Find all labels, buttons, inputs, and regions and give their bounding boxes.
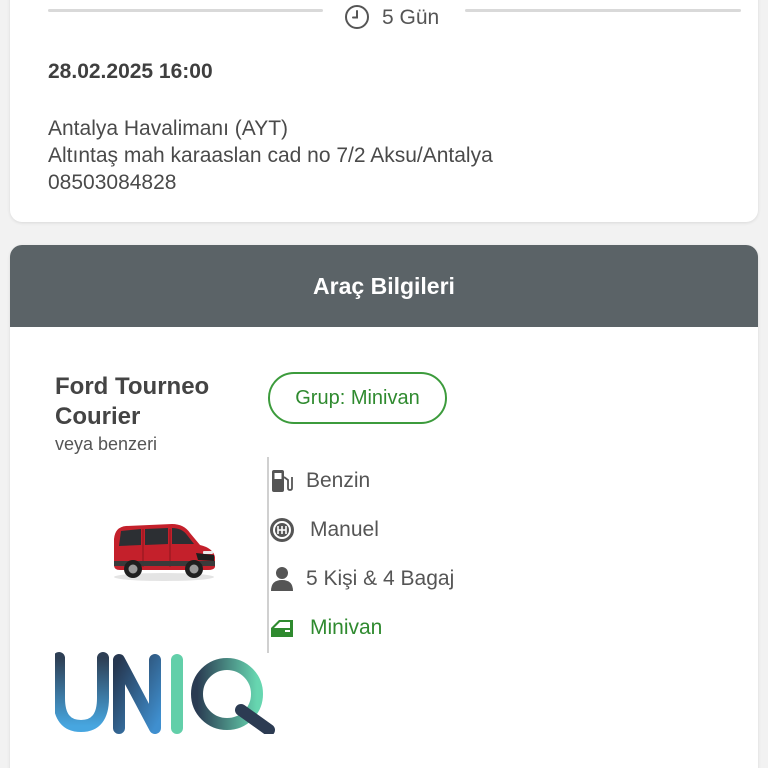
group-badge: Grup: Minivan [268, 372, 447, 424]
vehicle-info-card: Araç Bilgileri Ford Tourneo Courier veya… [10, 245, 758, 768]
duration-row: 5 Gün [48, 2, 741, 32]
vehicle-section-title: Araç Bilgileri [313, 272, 455, 299]
gearbox-icon [268, 516, 296, 544]
spec-transmission: Manuel [268, 516, 379, 544]
pickup-datetime: 28.02.2025 16:00 [48, 60, 213, 83]
clock-icon [345, 5, 369, 29]
spec-transmission-label: Manuel [310, 518, 379, 541]
rental-duration: 5 Gün [382, 6, 440, 29]
pickup-location: Antalya Havalimanı (AYT) Altıntaş mah ka… [48, 115, 493, 196]
duration-line-right [465, 9, 741, 12]
car-image [114, 524, 215, 581]
uniq-logo [55, 652, 275, 734]
spec-body-type: Minivan [268, 614, 382, 642]
location-address: Altıntaş mah karaaslan cad no 7/2 Aksu/A… [48, 144, 493, 167]
duration-line-left [48, 9, 323, 12]
spec-capacity: 5 Kişi & 4 Bagaj [268, 565, 454, 593]
rental-summary-card: 5 Gün 28.02.2025 16:00 Antalya Havaliman… [10, 0, 758, 222]
person-icon [268, 565, 296, 593]
spec-capacity-label: 5 Kişi & 4 Bagaj [306, 567, 455, 590]
location-name: Antalya Havalimanı (AYT) [48, 117, 289, 140]
fuel-pump-icon [268, 467, 296, 495]
vehicle-model-name: Ford Tourneo Courier [55, 373, 210, 430]
location-phone[interactable]: 08503084828 [48, 169, 493, 196]
spec-fuel: Benzin [268, 467, 370, 495]
car-door-icon [268, 614, 296, 642]
spec-fuel-label: Benzin [306, 469, 371, 492]
vehicle-model-note: veya benzeri [55, 434, 158, 454]
vehicle-section-header: Araç Bilgileri [10, 245, 758, 327]
spec-body-type-label: Minivan [310, 616, 383, 639]
